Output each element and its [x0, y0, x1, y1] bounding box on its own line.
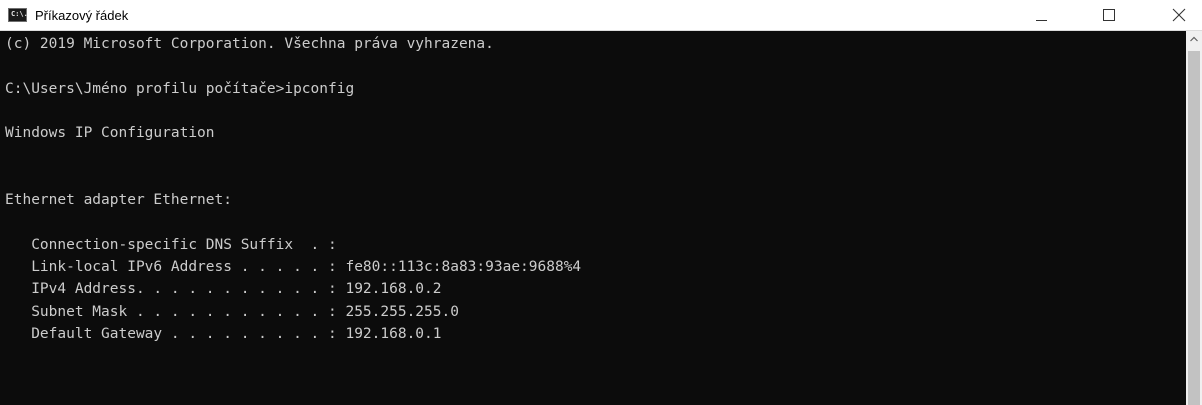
console-line: C:\Users\Jméno profilu počítače>ipconfig [5, 80, 355, 97]
console-line: Default Gateway . . . . . . . . . : 192.… [5, 325, 442, 342]
console-line: Link-local IPv6 Address . . . . . : fe80… [5, 258, 582, 275]
command-prompt-window: C:\. Příkazový řádek (c) 2019 Microsoft … [0, 0, 1202, 405]
console-text: (c) 2019 Microsoft Corporation. Všechna … [5, 33, 581, 345]
console-line: (c) 2019 Microsoft Corporation. Všechna … [5, 36, 494, 52]
scroll-up-button[interactable] [1186, 31, 1202, 48]
scroll-up-arrow-icon [1190, 36, 1198, 42]
minimize-button[interactable] [1018, 0, 1064, 30]
window-title: Příkazový řádek [35, 8, 129, 23]
scrollbar-thumb[interactable] [1188, 51, 1200, 405]
console-line: IPv4 Address. . . . . . . . . . . : 192.… [5, 281, 442, 298]
console-line: Connection-specific DNS Suffix . : [5, 236, 337, 253]
maximize-button[interactable] [1087, 0, 1133, 30]
vertical-scrollbar[interactable] [1186, 31, 1202, 405]
cmd-app-icon[interactable]: C:\. [8, 8, 28, 22]
minimize-icon [1036, 20, 1047, 21]
title-bar[interactable]: C:\. Příkazový řádek [0, 0, 1202, 31]
cmd-app-icon-text: C:\. [11, 10, 28, 18]
console-line: Ethernet adapter Ethernet: [5, 192, 232, 209]
close-button[interactable] [1156, 0, 1202, 30]
console-line: Windows IP Configuration [5, 125, 215, 142]
maximize-icon [1103, 9, 1115, 21]
close-icon [1172, 8, 1186, 22]
console-line: Subnet Mask . . . . . . . . . . . : 255.… [5, 303, 459, 320]
console-output-area[interactable]: (c) 2019 Microsoft Corporation. Všechna … [0, 31, 1186, 405]
